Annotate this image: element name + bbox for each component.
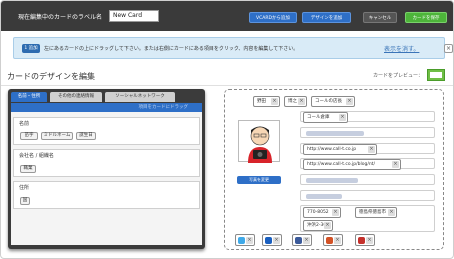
field-list: 項目をカードにドラッグ 名前 苗字 ミドルネーム 誕生日 会社名 / 組織名 職…: [11, 103, 202, 245]
social-tag-youtube[interactable]: ×: [355, 234, 375, 246]
remove-icon[interactable]: ×: [366, 237, 373, 244]
birthday-chip[interactable]: 誕生日: [76, 132, 96, 140]
company-tag[interactable]: コール倉庫 ×: [303, 112, 348, 123]
name-tag-2-text: 博之: [288, 99, 297, 104]
prefecture-tag[interactable]: 徳島県徳島市 ×: [355, 207, 397, 218]
instruction-text: 左にあるカードの上にドラッグして下さい。または右側にカードにある項目をクリック、…: [44, 46, 299, 52]
card-name-input[interactable]: New Card: [109, 10, 159, 22]
remove-icon[interactable]: ×: [332, 209, 339, 216]
redacted-text: [306, 178, 358, 183]
twitter-icon: [238, 237, 245, 244]
country-chip[interactable]: 国: [20, 197, 30, 205]
remove-icon[interactable]: ×: [388, 209, 395, 216]
redacted-row-1: [300, 127, 435, 138]
remove-icon[interactable]: ×: [339, 114, 346, 121]
url-tag-1[interactable]: http://www.call-t.co.jp ×: [303, 144, 377, 155]
name-field-label: 名前: [19, 121, 30, 127]
name-tag-2[interactable]: 博之 ×: [284, 96, 307, 107]
postal-tag-text: 770-8052: [307, 210, 329, 215]
change-photo-button[interactable]: 写真を変更: [237, 176, 281, 184]
job-chip[interactable]: 職業: [20, 165, 36, 173]
tab-other-contact[interactable]: その他の連絡情報: [50, 92, 102, 102]
cancel-button[interactable]: キャンセル: [363, 12, 397, 23]
company-row: コール倉庫 ×: [300, 111, 435, 123]
tab-social-network[interactable]: ソーシャルネットワーク: [105, 92, 175, 102]
divider: [1, 85, 453, 86]
hide-instructions-link[interactable]: 表示を消す。: [384, 44, 419, 53]
ustream-icon: [265, 237, 272, 244]
redacted-row-2: [300, 174, 435, 185]
card-preview-icon[interactable]: [427, 69, 445, 81]
save-card-button[interactable]: カードを保存: [405, 12, 447, 23]
company-tag-text: コール倉庫: [307, 115, 330, 120]
profile-photo[interactable]: [238, 120, 280, 163]
social-tag-facebook[interactable]: ×: [292, 234, 312, 246]
company-field-label: 会社名 / 組織名: [19, 153, 54, 159]
redacted-text: [306, 131, 364, 136]
field-palette-panel: 名前・住所 その他の連絡情報 ソーシャルネットワーク 項目をカードにドラッグ 名…: [8, 89, 205, 249]
url-tag-2[interactable]: http://www.call-t.co.jp/blog/nt/ ×: [303, 159, 401, 170]
tumblr-icon: [326, 237, 333, 244]
remove-icon[interactable]: ×: [392, 161, 399, 168]
facebook-icon: [295, 237, 302, 244]
company-field-group: 会社名 / 組織名 職業: [13, 149, 200, 177]
remove-icon[interactable]: ×: [324, 222, 331, 229]
redacted-text: [306, 194, 342, 199]
step-badge: 1 追加: [22, 44, 40, 53]
card-canvas: 野田 × 博之 × コールの店長 × 写真を変更 コール倉庫 × http://…: [224, 89, 444, 250]
design-add-button[interactable]: デザインを追加: [302, 12, 351, 23]
drag-hint: 項目をカードにドラッグ: [11, 103, 202, 112]
remove-icon[interactable]: ×: [303, 237, 310, 244]
preview-label: カードをプレビュー：: [373, 73, 424, 79]
url-row-2: http://www.call-t.co.jp/blog/nt/ ×: [300, 158, 435, 170]
redacted-row-3: [300, 190, 435, 201]
remove-icon[interactable]: ×: [271, 98, 278, 105]
address-field-label: 住所: [19, 185, 30, 191]
address-block: 770-8052 × 徳島県徳島市 × 沖浜2-30 ×: [300, 205, 435, 232]
tab-name-address[interactable]: 名前・住所: [11, 92, 47, 102]
postal-tag[interactable]: 770-8052 ×: [303, 207, 341, 218]
remove-icon[interactable]: ×: [273, 237, 280, 244]
title-tag-text: コールの店長: [315, 99, 342, 104]
social-tag-twitter[interactable]: ×: [235, 234, 255, 246]
remove-icon[interactable]: ×: [298, 98, 305, 105]
social-tag-tumblr[interactable]: ×: [323, 234, 343, 246]
url-tag-1-text: http://www.call-t.co.jp: [307, 147, 357, 152]
vcard-add-button[interactable]: VCARDから追加: [249, 12, 297, 23]
instruction-bar: 1 追加 左にあるカードの上にドラッグして下さい。または右側にカードにある項目を…: [13, 37, 453, 59]
remove-icon[interactable]: ×: [368, 146, 375, 153]
youtube-icon: [358, 237, 365, 244]
street-tag[interactable]: 沖浜2-30 ×: [303, 220, 333, 231]
name-tag-1[interactable]: 野田 ×: [253, 96, 280, 107]
url-row-1: http://www.call-t.co.jp ×: [300, 143, 435, 155]
title-tag[interactable]: コールの店長 ×: [311, 96, 355, 107]
url-tag-2-text: http://www.call-t.co.jp/blog/nt/: [307, 162, 375, 167]
avatar-illustration: [248, 126, 272, 163]
remove-icon[interactable]: ×: [346, 98, 353, 105]
remove-icon[interactable]: ×: [334, 237, 341, 244]
prefecture-tag-text: 徳島県徳島市: [359, 210, 386, 215]
top-toolbar: 現在編集中のカードのラベル名 New Card VCARDから追加 デザインを追…: [1, 1, 453, 31]
section-title: カードのデザインを編集: [7, 72, 95, 81]
middle-name-chip[interactable]: ミドルネーム: [41, 132, 73, 140]
close-icon[interactable]: ×: [444, 44, 453, 53]
address-field-group: 住所 国: [13, 181, 200, 209]
app-frame: 現在編集中のカードのラベル名 New Card VCARDから追加 デザインを追…: [0, 0, 454, 259]
remove-icon[interactable]: ×: [246, 237, 253, 244]
name-tag-1-text: 野田: [257, 99, 266, 104]
card-label-caption: 現在編集中のカードのラベル名: [18, 14, 103, 21]
name-field-group: 名前 苗字 ミドルネーム 誕生日: [13, 117, 200, 145]
social-tag-ustream[interactable]: ×: [262, 234, 282, 246]
surname-chip[interactable]: 苗字: [20, 132, 38, 140]
